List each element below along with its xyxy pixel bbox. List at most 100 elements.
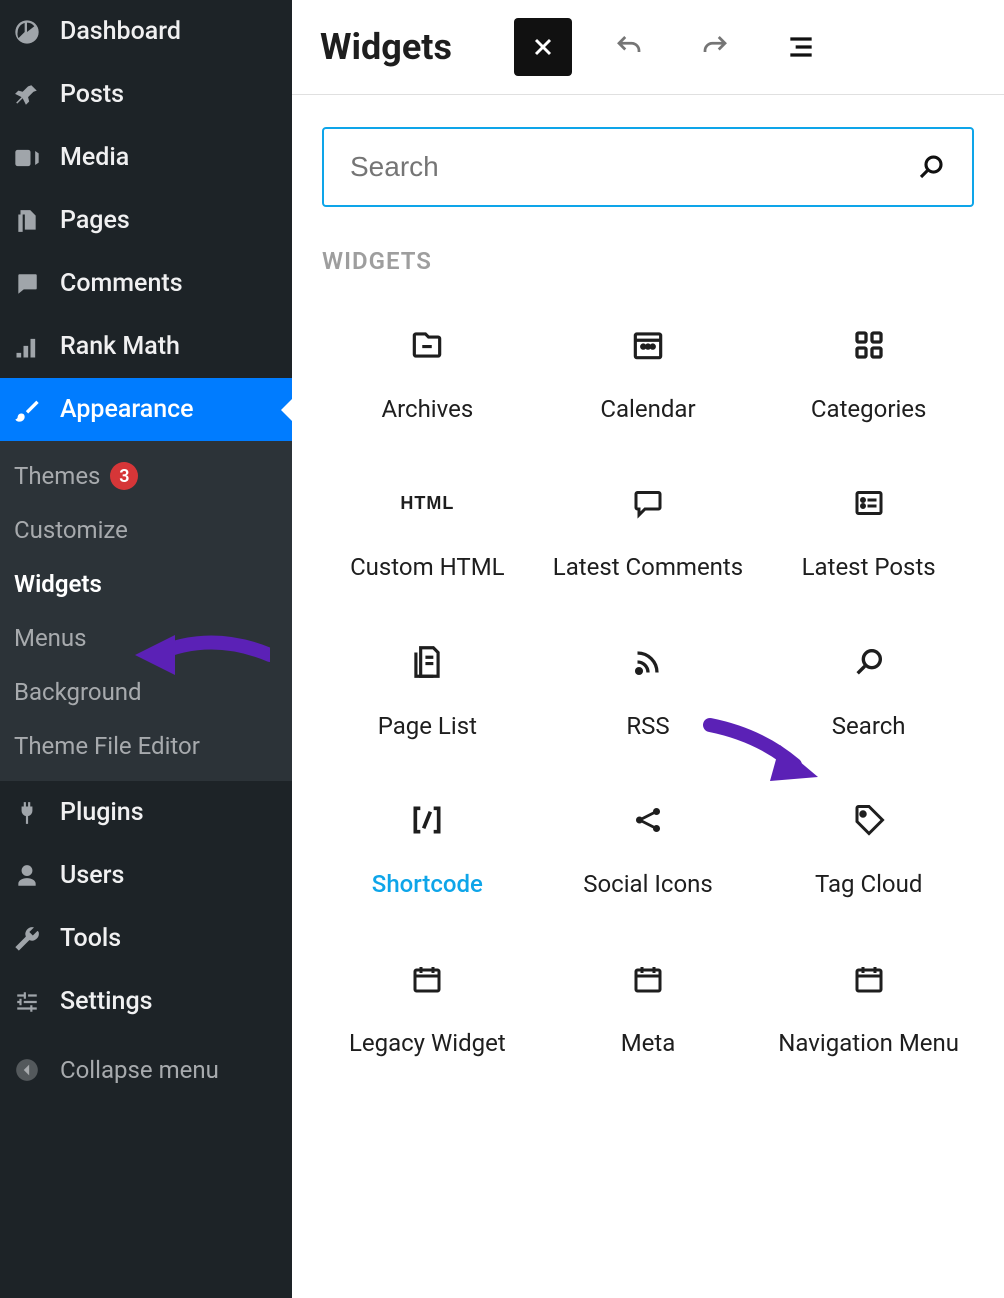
- block-meta[interactable]: Meta: [543, 959, 754, 1059]
- submenu-item-themes[interactable]: Themes 3: [0, 449, 292, 503]
- calendar2-icon: [630, 959, 666, 999]
- sidebar-item-label: Appearance: [60, 395, 194, 424]
- submenu-item-label: Widgets: [14, 570, 102, 598]
- submenu-item-label: Background: [14, 678, 142, 706]
- block-label: Tag Cloud: [815, 868, 922, 900]
- sidebar-item-label: Rank Math: [60, 332, 180, 361]
- block-search[interactable]: Search: [763, 642, 974, 742]
- block-social-icons[interactable]: Social Icons: [543, 800, 754, 900]
- tag-icon: [851, 800, 887, 840]
- block-page-list[interactable]: Page List: [322, 642, 533, 742]
- block-label: Page List: [378, 710, 477, 742]
- search-icon: [852, 642, 886, 682]
- block-label: RSS: [626, 710, 669, 742]
- block-label: Categories: [811, 393, 927, 425]
- block-latest-posts[interactable]: Latest Posts: [763, 483, 974, 583]
- pages-icon: [12, 208, 42, 234]
- sidebar-item-label: Dashboard: [60, 17, 181, 46]
- pushpin-icon: [12, 82, 42, 108]
- sidebar-item-label: Users: [60, 861, 124, 890]
- admin-sidebar: Dashboard Posts Media Pages Comments Ran…: [0, 0, 292, 1298]
- submenu-item-menus[interactable]: Menus: [0, 611, 292, 665]
- sidebar-item-posts[interactable]: Posts: [0, 63, 292, 126]
- sidebar-item-label: Tools: [60, 924, 121, 953]
- sidebar-item-users[interactable]: Users: [0, 844, 292, 907]
- html-icon: HTML: [400, 483, 454, 523]
- sidebar-item-comments[interactable]: Comments: [0, 252, 292, 315]
- collapse-menu-button[interactable]: Collapse menu: [0, 1039, 292, 1101]
- block-label: Meta: [621, 1027, 676, 1059]
- sidebar-item-label: Comments: [60, 269, 183, 298]
- block-label: Shortcode: [372, 868, 483, 900]
- widgets-grid: Archives Calendar Categories HTML Custom…: [322, 325, 974, 1059]
- block-navigation-menu[interactable]: Navigation Menu: [763, 959, 974, 1059]
- page-title: Widgets: [320, 26, 452, 68]
- shortcode-icon: [407, 800, 447, 840]
- block-label: Social Icons: [583, 868, 713, 900]
- block-categories[interactable]: Categories: [763, 325, 974, 425]
- sidebar-item-appearance[interactable]: Appearance: [0, 378, 292, 441]
- undo-button[interactable]: [600, 18, 658, 76]
- outline-button[interactable]: [772, 18, 830, 76]
- sidebar-item-plugins[interactable]: Plugins: [0, 781, 292, 844]
- block-archives[interactable]: Archives: [322, 325, 533, 425]
- media-icon: [12, 144, 42, 172]
- block-label: Calendar: [600, 393, 695, 425]
- block-label: Search: [832, 710, 906, 742]
- section-label: WIDGETS: [322, 247, 974, 275]
- dashboard-icon: [12, 18, 42, 46]
- close-inserter-button[interactable]: [514, 18, 572, 76]
- redo-button[interactable]: [686, 18, 744, 76]
- search-field-wrap: [322, 127, 974, 207]
- submenu-item-label: Customize: [14, 516, 128, 544]
- calendar2-icon: [851, 959, 887, 999]
- block-label: Latest Posts: [802, 551, 936, 583]
- block-legacy-widget[interactable]: Legacy Widget: [322, 959, 533, 1059]
- submenu-item-widgets[interactable]: Widgets: [0, 557, 292, 611]
- submenu-item-theme-file-editor[interactable]: Theme File Editor: [0, 719, 292, 773]
- editor-topbar: Widgets: [292, 0, 1004, 95]
- inserter-content: WIDGETS Archives Calendar Categories: [292, 95, 1004, 1091]
- sidebar-item-label: Plugins: [60, 798, 144, 827]
- brush-icon: [12, 396, 42, 424]
- sidebar-item-label: Posts: [60, 80, 124, 109]
- sidebar-item-rank-math[interactable]: Rank Math: [0, 315, 292, 378]
- pagelist-icon: [408, 642, 446, 682]
- appearance-submenu: Themes 3 Customize Widgets Menus Backgro…: [0, 441, 292, 781]
- search-input[interactable]: [350, 151, 916, 183]
- sidebar-item-media[interactable]: Media: [0, 126, 292, 189]
- block-label: Custom HTML: [350, 551, 505, 583]
- submenu-item-label: Menus: [14, 624, 87, 652]
- sidebar-item-dashboard[interactable]: Dashboard: [0, 0, 292, 63]
- collapse-icon: [12, 1057, 42, 1083]
- list-icon: [851, 483, 887, 523]
- comment-icon: [12, 271, 42, 297]
- submenu-item-label: Theme File Editor: [14, 732, 200, 760]
- calendar2-icon: [409, 959, 445, 999]
- calendar-icon: [629, 325, 667, 365]
- sidebar-item-tools[interactable]: Tools: [0, 907, 292, 970]
- rss-icon: [630, 642, 666, 682]
- block-custom-html[interactable]: HTML Custom HTML: [322, 483, 533, 583]
- block-label: Latest Comments: [553, 551, 743, 583]
- block-label: Navigation Menu: [778, 1027, 959, 1059]
- sidebar-item-label: Settings: [60, 987, 153, 1016]
- sidebar-item-pages[interactable]: Pages: [0, 189, 292, 252]
- share-icon: [631, 800, 665, 840]
- search-icon[interactable]: [916, 152, 946, 182]
- block-calendar[interactable]: Calendar: [543, 325, 754, 425]
- user-icon: [12, 863, 42, 889]
- block-latest-comments[interactable]: Latest Comments: [543, 483, 754, 583]
- block-tag-cloud[interactable]: Tag Cloud: [763, 800, 974, 900]
- block-rss[interactable]: RSS: [543, 642, 754, 742]
- collapse-label: Collapse menu: [60, 1056, 219, 1084]
- main-panel: Widgets WIDGETS Archive: [292, 0, 1004, 1298]
- chart-icon: [12, 333, 42, 361]
- wrench-icon: [12, 925, 42, 953]
- archive-icon: [408, 325, 446, 365]
- block-shortcode[interactable]: Shortcode: [322, 800, 533, 900]
- submenu-item-background[interactable]: Background: [0, 665, 292, 719]
- submenu-item-customize[interactable]: Customize: [0, 503, 292, 557]
- sidebar-item-settings[interactable]: Settings: [0, 970, 292, 1033]
- update-badge: 3: [110, 462, 138, 490]
